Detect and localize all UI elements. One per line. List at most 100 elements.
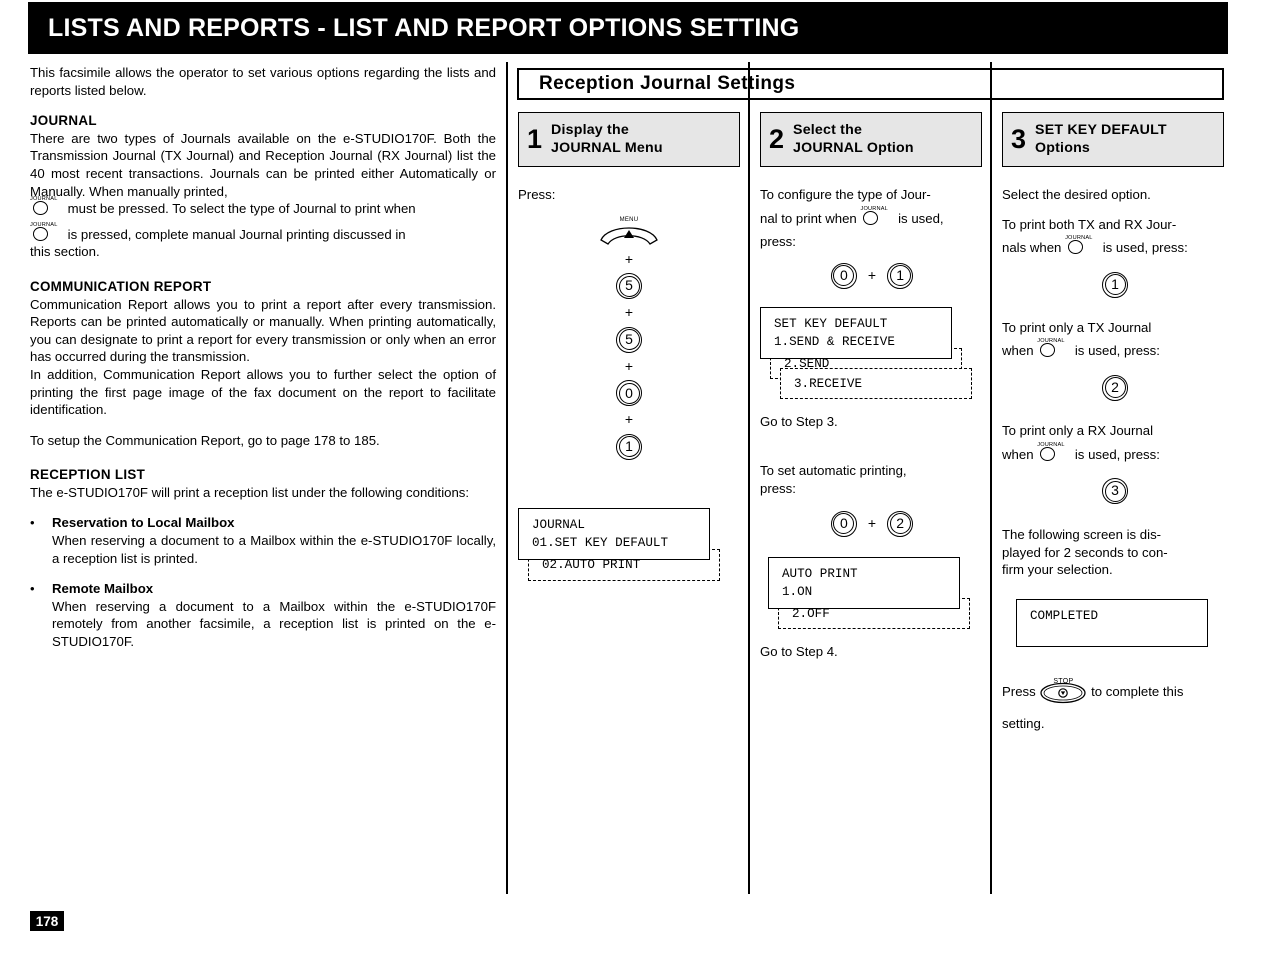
step2-goto-2: Go to Step 4. bbox=[760, 643, 838, 659]
step3-opt1-line: nals when JOURNAL is used, press: bbox=[1002, 235, 1228, 257]
column-divider bbox=[748, 62, 750, 894]
bullet-title: Reservation to Local Mailbox bbox=[52, 515, 235, 531]
panel-title: Reception Journal Settings bbox=[539, 73, 796, 94]
step3-confirm-line1: The following screen is dis- bbox=[1002, 527, 1162, 543]
column-divider bbox=[506, 62, 508, 894]
plus-sign: + bbox=[624, 411, 634, 428]
menu-key-icon[interactable]: MENU bbox=[598, 212, 660, 248]
step2-text-2b: press: bbox=[760, 480, 796, 496]
bullet-marker: • bbox=[30, 581, 35, 597]
key-row-option-1: 1 bbox=[1002, 271, 1228, 298]
lcd-ghost-line-2: 3.RECEIVE bbox=[794, 376, 863, 391]
page-title: LISTS AND REPORTS - LIST AND REPORT OPTI… bbox=[48, 13, 800, 42]
key-1[interactable]: 1 bbox=[1102, 271, 1128, 298]
journal-text-4: this section. bbox=[30, 244, 100, 260]
step-1-body: Press: MENU + 5 + 5 + 0 + 1 JOURNAL 01.S… bbox=[518, 186, 740, 581]
lcd-display-step2-b: AUTO PRINT 1.ON 2.OFF bbox=[768, 556, 984, 629]
step2-text-2a: To set automatic printing, bbox=[760, 463, 907, 479]
step3-intro: Select the desired option. bbox=[1002, 187, 1151, 202]
journal-key-icon: JOURNAL bbox=[1037, 338, 1071, 358]
step3-stop-b: to complete this bbox=[1091, 683, 1184, 699]
key-0[interactable]: 0 bbox=[830, 262, 857, 289]
step-number: 1 bbox=[527, 123, 543, 154]
lcd-line-1: COMPLETED bbox=[1030, 608, 1099, 623]
journal-text-3-line: JOURNAL is pressed, complete manual Jour… bbox=[30, 222, 496, 244]
key-3[interactable]: 3 bbox=[1102, 478, 1128, 505]
bullet-body-text: When reserving a document to a Mailbox w… bbox=[52, 598, 496, 650]
step3-stop-c: setting. bbox=[1002, 715, 1045, 731]
step3-opt3-line: when JOURNAL is used, press: bbox=[1002, 442, 1228, 464]
left-text-column: This facsimile allows the operator to se… bbox=[30, 64, 496, 664]
step-label-line2: JOURNAL Menu bbox=[551, 139, 663, 156]
step3-opt3-a: To print only a RX Journal bbox=[1002, 422, 1153, 438]
journal-text-2: must be pressed. To select the type of J… bbox=[67, 201, 416, 217]
plus-sign: + bbox=[867, 266, 877, 283]
step3-confirm-line3: firm your selection. bbox=[1002, 562, 1113, 578]
plus-sign: + bbox=[867, 514, 877, 531]
step-header-1: 1 Display the JOURNAL Menu bbox=[518, 112, 740, 167]
lcd-screen: AUTO PRINT 1.ON bbox=[768, 556, 960, 609]
communication-report-heading: COMMUNICATION REPORT bbox=[30, 278, 212, 294]
journal-key-icon: JOURNAL bbox=[30, 196, 64, 216]
key-0[interactable]: 0 bbox=[830, 510, 857, 537]
key-5[interactable]: 5 bbox=[616, 273, 642, 300]
step-3-body: Select the desired option. To print both… bbox=[1002, 186, 1228, 733]
step-label-line1: Select the bbox=[793, 122, 863, 138]
step-number: 3 bbox=[1011, 123, 1027, 154]
plus-sign: + bbox=[624, 357, 634, 374]
journal-text-2-line: JOURNAL must be pressed. To select the t… bbox=[30, 196, 496, 218]
step3-opt2-c: is used, press: bbox=[1074, 343, 1160, 359]
page-header-bar: LISTS AND REPORTS - LIST AND REPORT OPTI… bbox=[28, 2, 1228, 54]
step-label-line1: Display the bbox=[551, 122, 629, 138]
key-sequence-step2-b: 0 + 2 bbox=[760, 510, 984, 537]
step3-opt3-b: when bbox=[1002, 446, 1034, 462]
key-2[interactable]: 2 bbox=[1102, 374, 1128, 401]
lcd-display-step2-a: SET KEY DEFAULT 1.SEND & RECEIVE 2.SEND … bbox=[760, 306, 984, 399]
journal-text-3: is pressed, complete manual Journal prin… bbox=[67, 226, 406, 242]
step-header-3: 3 SET KEY DEFAULT Options bbox=[1002, 112, 1224, 167]
communication-report-text-2: In addition, Communication Report allows… bbox=[30, 366, 496, 418]
journal-key-icon: JOURNAL bbox=[30, 222, 64, 241]
key-sequence-step1: MENU + 5 + 5 + 0 + 1 bbox=[518, 212, 740, 462]
stop-key-icon[interactable]: STOP bbox=[1039, 675, 1087, 705]
lcd-line-1: JOURNAL bbox=[532, 517, 585, 532]
reception-list-heading: RECEPTION LIST bbox=[30, 467, 146, 483]
step2-text-1c: is used, bbox=[898, 210, 944, 226]
step2-text-1d: press: bbox=[760, 234, 796, 250]
step2-text-1b-line: nal to print when JOURNAL is used, bbox=[760, 206, 984, 228]
key-1[interactable]: 1 bbox=[616, 433, 642, 460]
key-sequence-step2-a: 0 + 1 bbox=[760, 262, 984, 289]
column-divider bbox=[990, 62, 992, 894]
plus-sign: + bbox=[624, 250, 634, 267]
lcd-line-2: 01.SET KEY DEFAULT bbox=[532, 535, 669, 550]
step3-stop-a: Press bbox=[1002, 683, 1036, 699]
step-number: 2 bbox=[769, 123, 785, 154]
list-item: • Reservation to Local Mailbox When rese… bbox=[30, 514, 496, 567]
intro-paragraph: This facsimile allows the operator to se… bbox=[30, 65, 496, 98]
step-header-2: 2 Select the JOURNAL Option bbox=[760, 112, 982, 167]
key-5[interactable]: 5 bbox=[616, 326, 642, 353]
step-label-line2: Options bbox=[1035, 139, 1091, 156]
key-2[interactable]: 2 bbox=[887, 510, 914, 537]
journal-text-1: There are two types of Journals availabl… bbox=[30, 130, 496, 199]
lcd-line-2: 1.ON bbox=[782, 584, 813, 599]
lcd-line-1: SET KEY DEFAULT bbox=[774, 316, 888, 331]
step2-goto-1: Go to Step 3. bbox=[760, 413, 838, 429]
step3-opt2-a: To print only a TX Journal bbox=[1002, 319, 1152, 335]
journal-heading: JOURNAL bbox=[30, 113, 97, 129]
journal-key-icon: JOURNAL bbox=[860, 206, 894, 225]
lcd-line-2: 1.SEND & RECEIVE bbox=[774, 334, 895, 349]
list-item: • Remote Mailbox When reserving a docume… bbox=[30, 580, 496, 650]
lcd-line-1: AUTO PRINT bbox=[782, 566, 858, 581]
lcd-screen: SET KEY DEFAULT 1.SEND & RECEIVE bbox=[760, 306, 952, 359]
step3-opt1-c: is used, press: bbox=[1102, 240, 1188, 256]
communication-report-text-3: To setup the Communication Report, go to… bbox=[30, 432, 380, 448]
step3-confirm-line2: played for 2 seconds to con- bbox=[1002, 544, 1168, 560]
step3-opt2-b: when bbox=[1002, 343, 1034, 359]
step-label-line2: JOURNAL Option bbox=[793, 139, 914, 156]
panel-title-box: Reception Journal Settings bbox=[517, 68, 1224, 100]
key-1[interactable]: 1 bbox=[887, 262, 914, 289]
key-0[interactable]: 0 bbox=[616, 380, 642, 407]
journal-key-icon: JOURNAL bbox=[1065, 235, 1099, 255]
key-row-option-3: 3 bbox=[1002, 478, 1228, 505]
